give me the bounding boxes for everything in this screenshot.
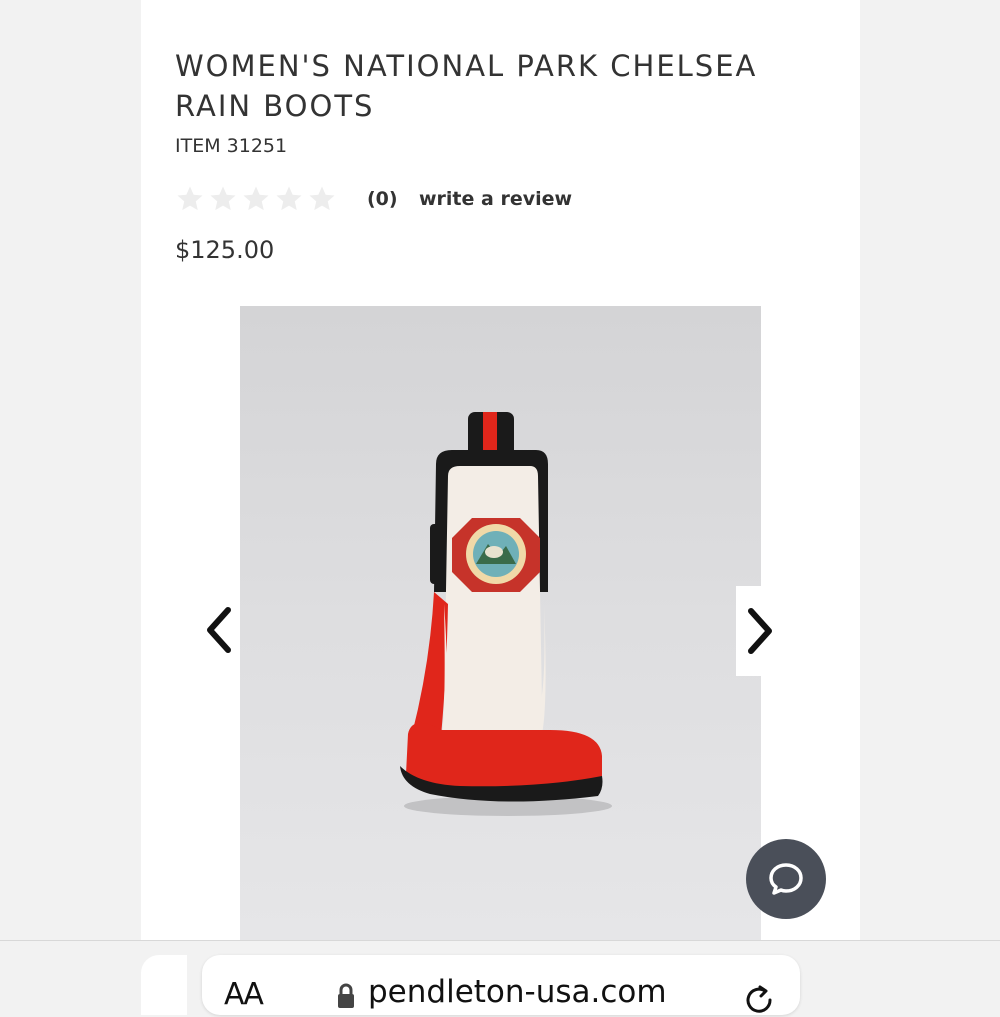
lock-icon — [338, 983, 354, 1008]
rating-row: (0) write a review — [175, 184, 572, 217]
star-rating[interactable] — [175, 184, 340, 217]
product-price: $125.00 — [175, 236, 275, 264]
browser-address-bar: AA pendleton-usa.com — [0, 940, 1000, 1015]
item-number: ITEM 31251 — [175, 135, 288, 157]
product-title: WOMEN'S NATIONAL PARK CHELSEA RAIN BOOTS — [175, 49, 758, 123]
review-count[interactable]: (0) — [367, 188, 398, 210]
star-empty-icon — [175, 184, 208, 217]
product-image-boot — [400, 412, 612, 816]
reload-icon[interactable] — [742, 983, 776, 1017]
chevron-right-icon — [748, 608, 772, 654]
chat-bubble-icon — [769, 863, 803, 895]
browser-tab-preview[interactable] — [141, 955, 187, 1015]
address-field[interactable]: AA pendleton-usa.com — [202, 955, 800, 1015]
write-review-link[interactable]: write a review — [419, 188, 572, 210]
chat-button[interactable] — [746, 839, 826, 919]
text-size-button[interactable]: AA — [224, 977, 264, 1012]
chevron-left-icon — [207, 607, 231, 653]
star-empty-icon — [208, 184, 241, 217]
product-page: WOMEN'S NATIONAL PARK CHELSEA RAIN BOOTS… — [141, 0, 860, 940]
star-empty-icon — [274, 184, 307, 217]
gallery-prev-button[interactable] — [199, 600, 239, 660]
product-image-gallery[interactable] — [240, 306, 761, 940]
url-text[interactable]: pendleton-usa.com — [368, 974, 667, 1010]
gallery-next-button[interactable] — [736, 586, 784, 676]
star-empty-icon — [241, 184, 274, 217]
star-empty-icon — [307, 184, 340, 217]
